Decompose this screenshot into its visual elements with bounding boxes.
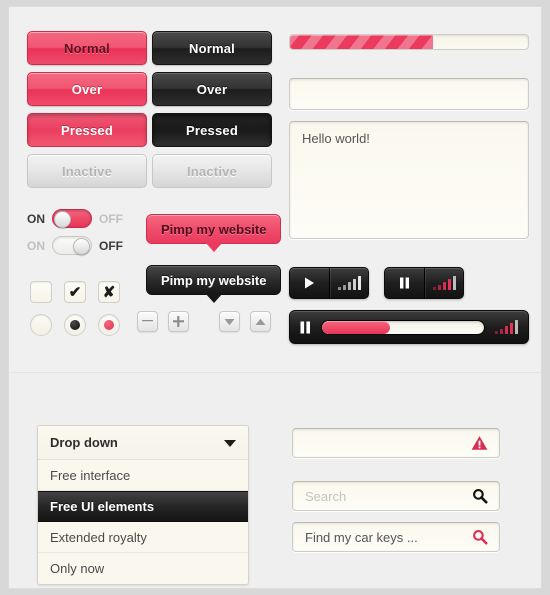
toggle-knob	[54, 211, 71, 228]
media-controls-play	[289, 267, 369, 299]
toggle-off-label: OFF	[99, 211, 123, 226]
plus-icon	[173, 316, 184, 327]
button-pink-over[interactable]: Over	[27, 72, 147, 106]
textarea[interactable]: Hello world!	[289, 121, 529, 239]
pause-button[interactable]	[385, 268, 424, 298]
signal-bars-icon	[432, 276, 456, 290]
toggle-knob	[73, 238, 90, 255]
button-dark-pressed[interactable]: Pressed	[152, 113, 272, 147]
play-button[interactable]	[290, 268, 329, 298]
media-controls-pause	[384, 267, 464, 299]
text-input[interactable]	[289, 78, 529, 110]
find-field[interactable]: Find my car keys ...	[292, 522, 500, 552]
dropdown-list: Drop down Free interface Free UI element…	[37, 425, 249, 585]
media-player-bar	[289, 310, 529, 344]
chevron-down-icon	[224, 318, 235, 325]
radio-selected-pink[interactable]	[98, 314, 120, 336]
dropdown-item-free-ui-elements[interactable]: Free UI elements	[38, 491, 248, 522]
volume-level-button[interactable]	[424, 268, 463, 298]
tooltip-text: Pimp my website	[161, 221, 267, 237]
dropdown-item-only-now[interactable]: Only now	[38, 553, 248, 584]
chevron-down-icon	[224, 439, 236, 447]
checkbox-empty[interactable]	[30, 281, 52, 303]
toggle-on-label: ON	[27, 238, 45, 253]
search-field[interactable]: Search	[292, 481, 500, 511]
toggle-on-label: ON	[27, 211, 45, 226]
warning-icon[interactable]	[471, 436, 488, 451]
ui-kit-panel: Normal Over Pressed Inactive Normal Over…	[8, 6, 542, 589]
textarea-value: Hello world!	[302, 131, 370, 146]
button-dark-normal[interactable]: Normal	[152, 31, 272, 65]
player-progress-fill	[322, 320, 391, 334]
toggle-row-on: ON OFF	[27, 209, 123, 228]
button-pink-normal[interactable]: Normal	[27, 31, 147, 65]
minus-icon	[142, 320, 153, 323]
checkbox-crossed[interactable]: ✘	[98, 281, 120, 303]
stepper-minus-button[interactable]	[137, 311, 158, 332]
progress-bar-fill	[290, 35, 433, 49]
radio-empty[interactable]	[30, 314, 52, 336]
signal-bars-icon[interactable]	[495, 320, 518, 334]
tooltip-tail	[204, 293, 223, 303]
button-dark-over[interactable]: Over	[152, 72, 272, 106]
player-progress-track[interactable]	[321, 319, 485, 335]
tooltip-text: Pimp my website	[161, 272, 267, 288]
search-icon[interactable]	[472, 529, 488, 545]
radio-dot	[70, 320, 80, 330]
stepper-plus-button[interactable]	[168, 311, 189, 332]
search-field-placeholder: Search	[305, 488, 347, 504]
player-pause-button[interactable]	[300, 321, 311, 334]
dropdown-item-extended-royalty[interactable]: Extended royalty	[38, 522, 248, 553]
tooltip-pink[interactable]: Pimp my website	[146, 214, 282, 252]
radio-dot	[104, 320, 114, 330]
dropdown-item-free-interface[interactable]: Free interface	[38, 460, 248, 491]
button-pink-inactive: Inactive	[27, 154, 147, 188]
volume-level-button[interactable]	[329, 268, 368, 298]
toggle-switch-on[interactable]	[52, 209, 92, 228]
signal-bars-icon	[337, 276, 361, 290]
chevron-up-icon	[255, 318, 266, 325]
tooltip-tail	[204, 242, 223, 252]
tooltip-dark[interactable]: Pimp my website	[146, 265, 282, 303]
toggle-off-label: OFF	[99, 238, 123, 253]
find-field-value: Find my car keys ...	[305, 529, 418, 545]
checkbox-checked[interactable]: ✔	[64, 281, 86, 303]
stepper-up-button[interactable]	[250, 311, 271, 332]
play-icon	[305, 277, 315, 289]
error-field[interactable]	[292, 428, 500, 458]
button-pink-pressed[interactable]: Pressed	[27, 113, 147, 147]
button-dark-inactive: Inactive	[152, 154, 272, 188]
toggle-row-off: ON OFF	[27, 236, 123, 255]
progress-bar[interactable]	[289, 34, 529, 50]
toggle-switch-off[interactable]	[52, 236, 92, 255]
stepper-down-button[interactable]	[219, 311, 240, 332]
pause-icon	[400, 277, 410, 289]
dropdown-header[interactable]: Drop down	[38, 426, 248, 460]
radio-selected-dark[interactable]	[64, 314, 86, 336]
search-icon[interactable]	[472, 488, 488, 504]
dropdown-header-label: Drop down	[50, 435, 118, 450]
pause-icon	[300, 321, 310, 333]
